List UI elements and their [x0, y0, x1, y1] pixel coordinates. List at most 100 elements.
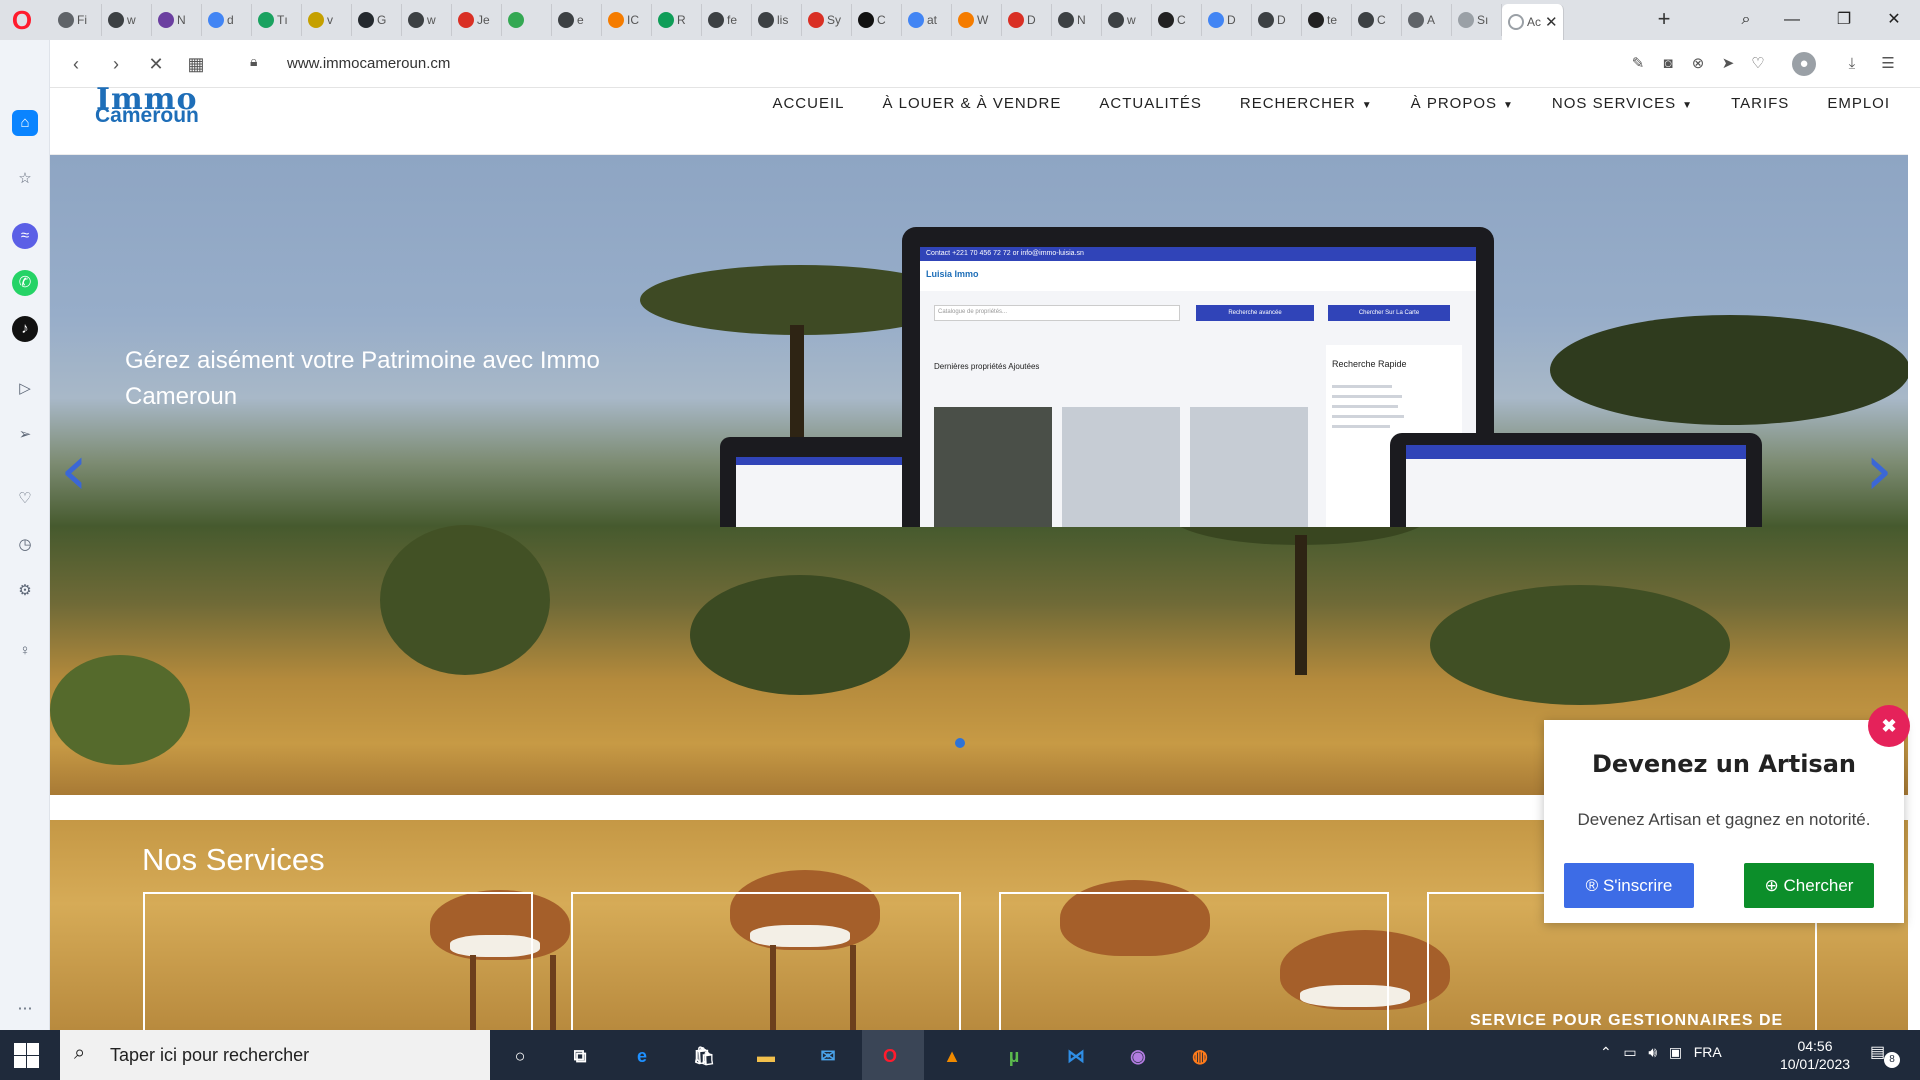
browser-tab[interactable]: C	[1152, 4, 1202, 36]
settings-gear-icon[interactable]: ⚙	[12, 578, 38, 604]
more-icon[interactable]: ⋯	[12, 996, 38, 1022]
browser-tab[interactable]: Sı	[1452, 4, 1502, 36]
browser-tab[interactable]: N	[152, 4, 202, 36]
history-clock-icon[interactable]: ◷	[12, 532, 38, 558]
popup-close-button[interactable]: ✖	[1868, 705, 1910, 747]
search-button[interactable]: ⊕ Chercher	[1744, 863, 1874, 908]
mail-icon[interactable]: ✉	[812, 1040, 844, 1072]
browser-tab[interactable]	[502, 4, 552, 36]
stop-loading-button[interactable]: ✕	[142, 50, 170, 78]
file-explorer-icon[interactable]: ▬	[750, 1040, 782, 1072]
opera-taskbar-icon[interactable]: O	[874, 1040, 906, 1072]
menu-item[interactable]: TARIFS	[1731, 95, 1789, 112]
volume-icon[interactable]: 🔊︎	[1648, 1044, 1657, 1060]
tab-close-icon[interactable]: ✕	[1545, 13, 1558, 31]
browser-tab[interactable]: te	[1302, 4, 1352, 36]
home-icon[interactable]: ⌂	[12, 110, 38, 136]
tips-bulb-icon[interactable]: ♀	[12, 638, 38, 664]
vlc-icon[interactable]: ▲	[936, 1040, 968, 1072]
browser-tab[interactable]: w	[102, 4, 152, 36]
network-icon[interactable]: ▣	[1669, 1044, 1682, 1060]
store-icon[interactable]: 🛍︎	[688, 1040, 720, 1072]
site-logo-cameroun[interactable]: Cameroun	[95, 104, 199, 128]
easy-setup-icon[interactable]: ☰	[1876, 52, 1900, 76]
menu-item[interactable]: À PROPOS ▼	[1411, 95, 1514, 112]
slider-prev-arrow[interactable]: ‹	[60, 435, 88, 505]
browser-tab[interactable]: C	[852, 4, 902, 36]
utorrent-icon[interactable]: µ	[998, 1040, 1030, 1072]
browser-tab[interactable]: at	[902, 4, 952, 36]
tab-grid-icon[interactable]: ▦	[182, 50, 210, 78]
favorites-heart-icon[interactable]: ♡	[12, 486, 38, 512]
browser-tab[interactable]: D	[1252, 4, 1302, 36]
menu-item[interactable]: EMPLOI	[1827, 95, 1890, 112]
browser-tab[interactable]: N	[1052, 4, 1102, 36]
browser-tab[interactable]: R	[652, 4, 702, 36]
taskbar-search-box[interactable]: ⌕ Taper ici pour rechercher	[60, 1030, 490, 1080]
register-button[interactable]: ® S'inscrire	[1564, 863, 1694, 908]
browser-tab[interactable]: w	[402, 4, 452, 36]
menu-item[interactable]: RECHERCHER ▼	[1240, 95, 1373, 112]
menu-item[interactable]: NOS SERVICES ▼	[1552, 95, 1693, 112]
new-tab-button[interactable]: +	[1650, 4, 1678, 36]
url-field[interactable]: www.immocameroun.cm	[287, 55, 450, 72]
service-card[interactable]	[143, 892, 533, 1030]
browser-tab[interactable]: D	[1202, 4, 1252, 36]
opera-logo-icon[interactable]: O	[10, 7, 34, 33]
notification-center-icon[interactable]: ▤ 8	[1870, 1042, 1900, 1068]
profile-avatar-icon[interactable]: ●	[1792, 52, 1816, 76]
menu-item[interactable]: À LOUER & À VENDRE	[882, 95, 1061, 112]
service-card[interactable]	[571, 892, 961, 1030]
slider-next-arrow[interactable]: ›	[1865, 435, 1893, 505]
tiktok-icon[interactable]: ♪	[12, 316, 38, 342]
browser-tab[interactable]: Tı	[252, 4, 302, 36]
browser-tab[interactable]: fe	[702, 4, 752, 36]
messenger-icon[interactable]: ≈	[12, 223, 38, 249]
browser-tab[interactable]: d	[202, 4, 252, 36]
vscode-icon[interactable]: ⋈	[1060, 1040, 1092, 1072]
minimize-button[interactable]: —	[1770, 4, 1814, 36]
browser-tab[interactable]: A	[1402, 4, 1452, 36]
player-icon[interactable]: ▷	[12, 376, 38, 402]
bookmarks-star-icon[interactable]: ☆	[12, 166, 38, 192]
browser-tab[interactable]: Je	[452, 4, 502, 36]
firefox-icon[interactable]: ◍	[1184, 1040, 1216, 1072]
browser-tab[interactable]: IC	[602, 4, 652, 36]
browser-tab[interactable]: C	[1352, 4, 1402, 36]
tray-chevron-icon[interactable]: ⌃	[1600, 1044, 1612, 1060]
block-icon[interactable]: ⊗	[1686, 52, 1710, 76]
browser-tab[interactable]: D	[1002, 4, 1052, 36]
cortana-icon[interactable]: ○	[504, 1040, 536, 1072]
browser-tab[interactable]: lis	[752, 4, 802, 36]
tab-search-icon[interactable]: ⌕	[1724, 4, 1768, 36]
browser-tab[interactable]: w	[1102, 4, 1152, 36]
menu-item[interactable]: ACTUALITÉS	[1099, 95, 1202, 112]
close-window-button[interactable]: ✕	[1872, 4, 1916, 36]
browser-tab[interactable]: W	[952, 4, 1002, 36]
browser-tab[interactable]: G	[352, 4, 402, 36]
lock-icon[interactable]: 🔒︎	[250, 53, 257, 70]
windows-start-icon[interactable]	[12, 1041, 40, 1069]
slider-dot-active[interactable]	[955, 738, 965, 748]
github-desktop-icon[interactable]: ◉	[1122, 1040, 1154, 1072]
camera-icon[interactable]: ◙	[1656, 52, 1680, 76]
browser-tab[interactable]: v	[302, 4, 352, 36]
menu-item[interactable]: ACCUEIL	[772, 95, 844, 112]
task-view-icon[interactable]: ⧉	[564, 1040, 596, 1072]
back-button[interactable]: ‹	[62, 50, 90, 78]
battery-icon[interactable]: ▭	[1623, 1044, 1636, 1060]
edit-icon[interactable]: ✎	[1626, 52, 1650, 76]
flow-send-icon[interactable]: ➢	[12, 422, 38, 448]
browser-tab[interactable]: e	[552, 4, 602, 36]
whatsapp-icon[interactable]: ✆	[12, 270, 38, 296]
forward-button[interactable]: ›	[102, 50, 130, 78]
edge-icon[interactable]: e	[626, 1040, 658, 1072]
browser-tab[interactable]: Fi	[52, 4, 102, 36]
browser-tab[interactable]: Sy	[802, 4, 852, 36]
language-indicator[interactable]: FRA	[1694, 1044, 1722, 1060]
restore-button[interactable]: ❐	[1822, 4, 1866, 36]
heart-icon[interactable]: ♡	[1746, 52, 1770, 76]
send-icon[interactable]: ➤	[1716, 52, 1740, 76]
service-card[interactable]	[999, 892, 1389, 1030]
download-icon[interactable]: ⤓	[1840, 52, 1864, 76]
